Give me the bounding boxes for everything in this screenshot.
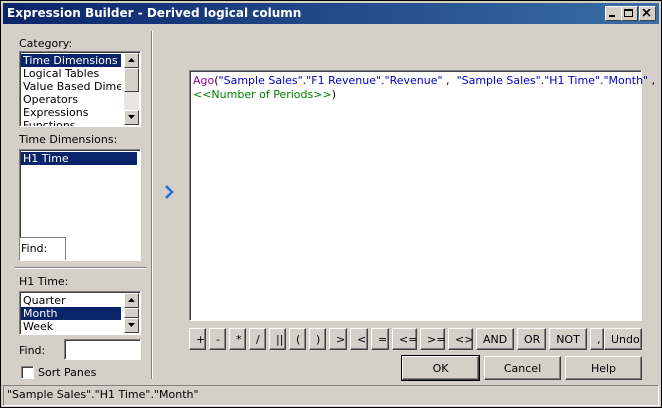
status-text: "Sample Sales"."H1 Time"."Month" [7, 388, 199, 401]
scroll-down-button[interactable] [124, 318, 139, 333]
scroll-thumb[interactable] [124, 308, 139, 318]
category-item[interactable]: Operators [21, 93, 121, 106]
help-button[interactable]: Help [565, 356, 642, 380]
sort-panes-label: Sort Panes [38, 366, 97, 379]
operator-not-equal-button[interactable]: <> [448, 328, 473, 350]
category-item[interactable]: Functions [21, 119, 121, 126]
h1-time-label: H1 Time: [19, 275, 69, 288]
operator-and-button[interactable]: AND [476, 328, 514, 350]
scroll-up-icon [128, 58, 135, 62]
h1-time-scrollbar[interactable] [124, 293, 139, 333]
operator-less-equal-button[interactable]: <= [392, 328, 417, 350]
expression-editor[interactable]: Ago("Sample Sales"."F1 Revenue"."Revenue… [189, 70, 655, 321]
operator-less-than-button[interactable]: < [350, 328, 368, 350]
h1-time-level-item[interactable]: Week [21, 320, 121, 333]
expression-text: Ago("Sample Sales"."F1 Revenue"."Revenue… [193, 74, 655, 102]
scroll-up-button[interactable] [124, 293, 139, 308]
operator-concat-button[interactable]: || [269, 328, 286, 350]
operator-not-button[interactable]: NOT [549, 328, 587, 350]
category-scrollbar[interactable] [124, 53, 139, 125]
category-list[interactable]: Time Dimensions Logical Tables Value Based… [19, 51, 141, 127]
close-button[interactable] [639, 6, 656, 21]
minimize-button[interactable] [605, 6, 622, 21]
function-name: Ago [193, 74, 215, 87]
operator-minus-button[interactable]: - [209, 328, 226, 350]
category-label: Category: [19, 37, 73, 50]
cancel-button[interactable]: Cancel [484, 356, 561, 380]
scroll-down-icon [128, 115, 135, 119]
find-input[interactable] [64, 339, 141, 360]
operator-multiply-button[interactable]: * [229, 328, 246, 350]
scroll-down-icon [128, 323, 135, 327]
chevron-right-icon[interactable] [164, 185, 176, 199]
operator-greater-equal-button[interactable]: >= [420, 328, 445, 350]
scroll-thumb[interactable] [124, 68, 139, 92]
operator-greater-than-button[interactable]: > [329, 328, 347, 350]
operator-close-paren-button[interactable]: ) [309, 328, 326, 350]
find-label: Find: [21, 242, 48, 255]
h1-time-level-item[interactable]: Month [21, 307, 121, 320]
status-bar: "Sample Sales"."H1 Time"."Month" [3, 385, 659, 406]
maximize-button[interactable] [621, 6, 638, 21]
operator-open-paren-button[interactable]: ( [289, 328, 306, 350]
minimize-icon [609, 15, 615, 17]
scroll-up-icon [128, 298, 135, 302]
operator-equals-button[interactable]: = [371, 328, 389, 350]
sort-panes-checkbox[interactable] [21, 366, 34, 379]
h1-time-level-item[interactable]: Quarter [21, 294, 121, 307]
close-icon [642, 9, 651, 17]
scroll-down-button[interactable] [124, 110, 139, 125]
close-paren: ) [331, 88, 336, 101]
separator-comma: , [442, 74, 457, 87]
argument-revenue: "Sample Sales"."F1 Revenue"."Revenue" [218, 74, 443, 87]
category-item[interactable]: Expressions [21, 106, 121, 119]
undo-button[interactable]: Undo [604, 328, 642, 350]
maximize-icon [624, 9, 633, 17]
h1-time-list[interactable]: Quarter Month Week [19, 291, 141, 335]
time-dimension-item[interactable]: H1 Time [21, 152, 137, 165]
category-item[interactable]: Logical Tables [21, 67, 121, 80]
separator [15, 267, 147, 269]
number-of-periods-placeholder: <<Number of Periods>> [193, 88, 332, 101]
scroll-up-button[interactable] [124, 53, 139, 68]
category-item[interactable]: Time Dimensions [21, 54, 121, 67]
expression-builder-window: Expression Builder - Derived logical col… [0, 0, 662, 408]
time-dimensions-list[interactable]: H1 Time Find: [19, 149, 141, 261]
ok-button[interactable]: OK [401, 355, 480, 381]
argument-month: "Sample Sales"."H1 Time"."Month" [456, 74, 649, 87]
find-label: Find: [19, 344, 46, 357]
operator-plus-button[interactable]: + [189, 328, 206, 350]
operator-or-button[interactable]: OR [517, 328, 546, 350]
time-dimensions-label: Time Dimensions: [19, 133, 118, 146]
operator-divide-button[interactable]: / [249, 328, 266, 350]
pane-divider [151, 31, 153, 379]
title-bar: Expression Builder - Derived logical col… [3, 3, 659, 24]
window-title: Expression Builder - Derived logical col… [7, 6, 302, 20]
separator-comma: , [648, 74, 656, 87]
category-item[interactable]: Value Based Dimensions [21, 80, 121, 93]
operator-comma-button[interactable]: , [590, 328, 604, 350]
